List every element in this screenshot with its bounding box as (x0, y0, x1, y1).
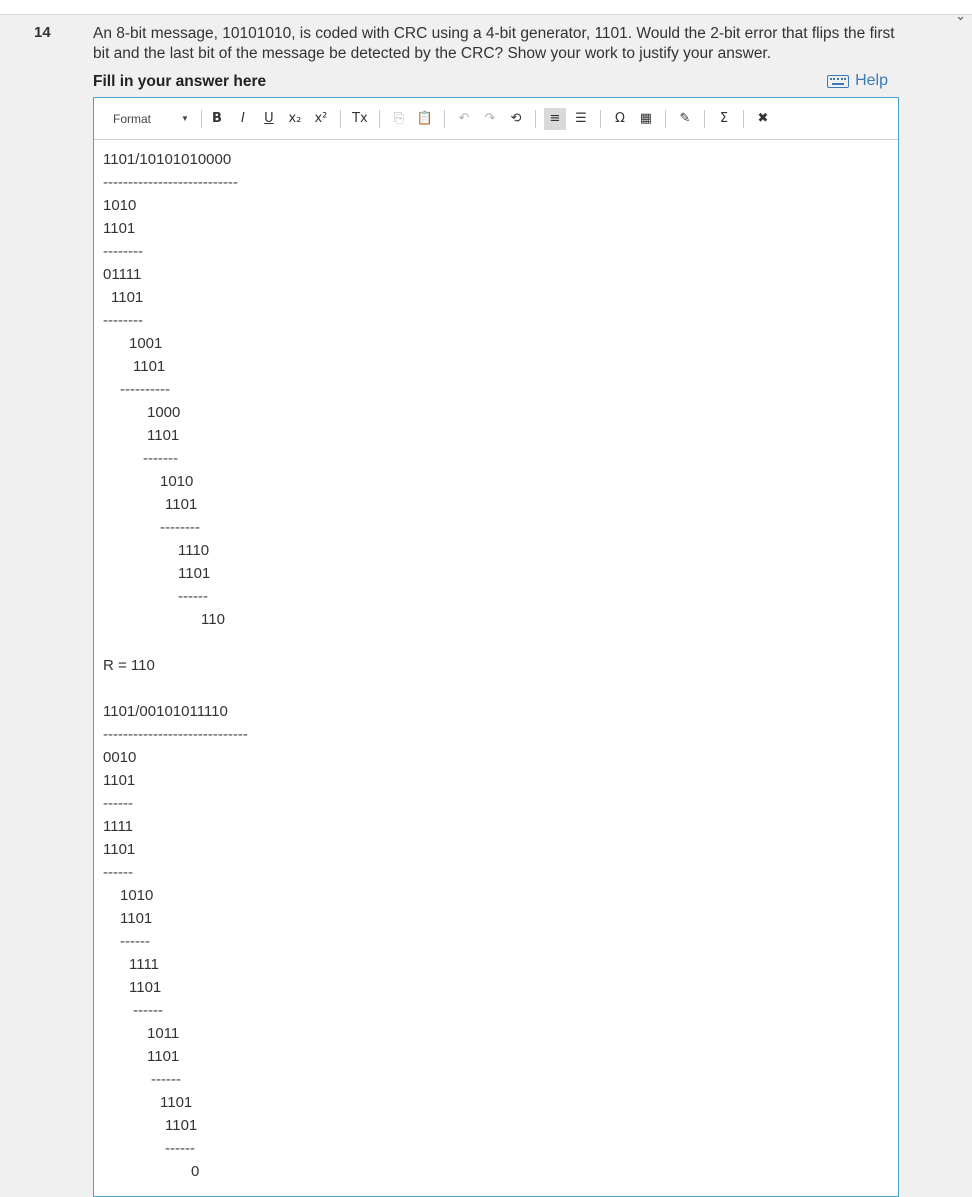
answer-line: ------ (103, 864, 133, 881)
answer-line: -------- (103, 312, 143, 329)
collapse-icon[interactable]: ⌄ (955, 8, 966, 24)
answer-line: 1101/10101010000 (103, 151, 232, 168)
chevron-down-icon[interactable]: ▼ (181, 114, 189, 123)
italic-button[interactable]: I (232, 108, 254, 130)
help-label: Help (855, 72, 888, 89)
special-char-button[interactable]: Ω (609, 108, 631, 130)
table-button[interactable]: ▦ (635, 108, 657, 130)
undo-button[interactable]: ↶ (453, 108, 475, 130)
answer-line: 0010 (103, 749, 137, 766)
toolbar-divider (742, 109, 744, 128)
answer-line: 0 (191, 1163, 200, 1180)
question-number: 14 (34, 24, 51, 41)
answer-line: 1101 (103, 220, 136, 237)
bullet-list-button[interactable]: ☰ (570, 108, 592, 130)
answer-line: ---------- (120, 381, 170, 398)
paste-button[interactable]: 📋 (414, 108, 436, 130)
toolbar-divider (200, 109, 202, 128)
answer-line: ------ (151, 1071, 181, 1088)
toolbar-divider (599, 109, 601, 128)
toolbar-divider (664, 109, 666, 128)
history-button[interactable]: ⟲ (505, 108, 527, 130)
answer-line: 1010 (120, 887, 154, 904)
answer-line: ------ (103, 795, 133, 812)
answer-line (103, 631, 898, 654)
toolbar-divider (378, 109, 380, 128)
remove-format-button[interactable]: Tx (349, 108, 371, 130)
answer-line: 1010 (103, 197, 137, 214)
answer-line (103, 677, 898, 700)
toolbar-divider (703, 109, 705, 128)
answer-line: 1101 (147, 1048, 180, 1065)
answer-line: ------ (120, 933, 150, 950)
answer-line: 1101 (178, 565, 211, 582)
answer-line: ------ (165, 1140, 195, 1157)
copy-button[interactable]: ⎘ (388, 108, 410, 130)
redo-button[interactable]: ↷ (479, 108, 501, 130)
answer-line: ------ (178, 588, 208, 605)
superscript-button[interactable]: x² (310, 108, 332, 130)
answer-line: 1101 (133, 358, 166, 375)
answer-line: ------ (133, 1002, 163, 1019)
answer-line: ------- (143, 450, 178, 467)
help-link[interactable]: Help (827, 72, 888, 90)
answer-line: ----------------------------- (103, 726, 248, 743)
answer-line: 1011 (147, 1025, 180, 1042)
answer-line: R = 110 (103, 657, 155, 674)
answer-line: 1111 (129, 956, 160, 973)
answer-line: 1101 (160, 1094, 193, 1111)
question-text: An 8-bit message, 10101010, is coded wit… (93, 25, 895, 62)
answer-line: 1001 (129, 335, 163, 352)
answer-line: 1000 (147, 404, 181, 421)
answer-line: 1101 (147, 427, 180, 444)
answer-line: 1010 (160, 473, 194, 490)
answer-line: -------- (103, 243, 143, 260)
answer-content[interactable]: 1101/10101010000 ------------------------… (94, 140, 898, 1183)
answer-line: 1101 (111, 289, 144, 306)
answer-line: --------------------------- (103, 174, 238, 191)
answer-line: -------- (160, 519, 200, 536)
numbered-list-button[interactable]: ≡ (543, 107, 566, 130)
answer-line: 1101 (165, 1117, 198, 1134)
pencil-button[interactable]: ✎ (674, 108, 696, 130)
answer-line: 110 (201, 611, 225, 628)
editor-toolbar: Format ▼ B I Ux₂ x² Tx ⎘ 📋 ↶ ↷ ⟲ ≡ ☰ Ω ▦ ✎ Σ ✖ (94, 98, 898, 140)
answer-label: Fill in your answer here (93, 73, 267, 90)
answer-line: 1101 (120, 910, 153, 927)
answer-editor[interactable]: Format ▼ B I Ux₂ x² Tx ⎘ 📋 ↶ ↷ ⟲ ≡ ☰ Ω ▦ ✎ Σ ✖ 1101/1010… (93, 97, 899, 1197)
answer-line: 1111 (103, 818, 134, 835)
answer-line: 1101/00101011110 (103, 703, 228, 720)
bold-button[interactable]: B (206, 108, 228, 130)
answer-line: 1101 (103, 772, 136, 789)
answer-line: 1101 (129, 979, 162, 996)
toolbar-divider (443, 109, 445, 128)
toolbar-divider (534, 109, 536, 128)
toolbar-divider (339, 109, 341, 128)
answer-line: 01111 (103, 266, 142, 283)
fullscreen-button[interactable]: ✖ (752, 108, 774, 130)
answer-line: 1110 (178, 542, 210, 559)
answer-line: 1101 (103, 841, 136, 858)
format-dropdown[interactable]: Format (113, 112, 177, 126)
toolbar-buttons: B I Ux₂ x² Tx ⎘ 📋 ↶ ↷ ⟲ ≡ ☰ Ω ▦ ✎ Σ ✖ (206, 107, 774, 130)
top-bar (0, 0, 972, 15)
keyboard-icon (827, 74, 850, 88)
sum-button[interactable]: Σ (713, 108, 735, 130)
subscript-button[interactable]: x₂ (284, 108, 306, 130)
underline-button[interactable]: U (258, 108, 280, 130)
answer-line: 1101 (165, 496, 198, 513)
